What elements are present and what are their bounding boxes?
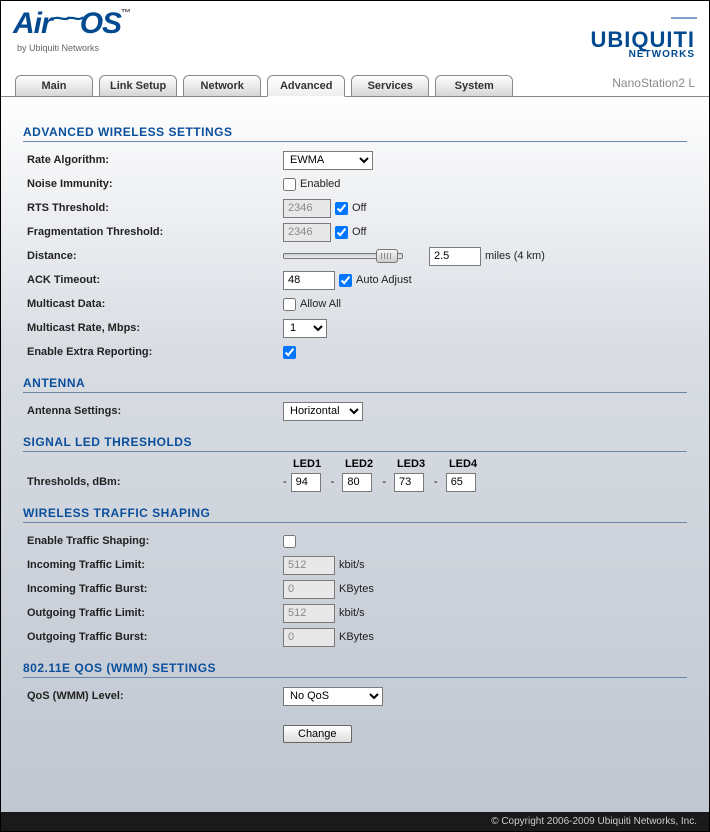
tab-network[interactable]: Network — [183, 75, 261, 97]
led4-input[interactable] — [446, 473, 476, 492]
section-led: SIGNAL LED THRESHOLDS — [23, 435, 687, 452]
airos-logo: Air⁓⁓OS™ by Ubiquiti Networks — [13, 9, 130, 53]
label-outgoing-limit: Outgoing Traffic Limit: — [23, 607, 283, 619]
outgoing-limit-input[interactable] — [283, 604, 335, 623]
footer-copyright: © Copyright 2006-2009 Ubiquiti Networks,… — [1, 812, 709, 831]
label-incoming-limit: Incoming Traffic Limit: — [23, 559, 283, 571]
logo-byline: by Ubiquiti Networks — [17, 43, 130, 53]
label-ack-timeout: ACK Timeout: — [23, 274, 283, 286]
multicast-allow-text: Allow All — [300, 298, 341, 310]
section-advanced-wireless: ADVANCED WIRELESS SETTINGS — [23, 125, 687, 142]
tab-services[interactable]: Services — [351, 75, 429, 97]
frag-off-text: Off — [352, 226, 366, 238]
noise-immunity-checkbox[interactable] — [283, 178, 296, 191]
label-qos-level: QoS (WMM) Level: — [23, 690, 283, 702]
content: ADVANCED WIRELESS SETTINGS Rate Algorith… — [1, 97, 709, 812]
ubnt-logo: ⎯⎯⎯⎯ UBIQUITINETWORKS — [590, 9, 695, 60]
change-button[interactable]: Change — [283, 725, 352, 743]
ack-auto-text: Auto Adjust — [356, 274, 412, 286]
frag-threshold-input[interactable] — [283, 223, 331, 242]
distance-slider[interactable] — [283, 253, 403, 259]
logo-os: OS — [80, 7, 121, 40]
device-name: NanoStation2 L — [612, 76, 695, 90]
label-outgoing-burst: Outgoing Traffic Burst: — [23, 631, 283, 643]
unit-kbytes-1: KBytes — [339, 583, 374, 595]
incoming-limit-input[interactable] — [283, 556, 335, 575]
tab-main[interactable]: Main — [15, 75, 93, 97]
label-rate-algorithm: Rate Algorithm: — [23, 154, 283, 166]
distance-input[interactable] — [429, 247, 481, 266]
multicast-allow-checkbox[interactable] — [283, 298, 296, 311]
rate-algorithm-select[interactable]: EWMA — [283, 151, 373, 170]
label-incoming-burst: Incoming Traffic Burst: — [23, 583, 283, 595]
led3-input[interactable] — [394, 473, 424, 492]
led-headers: LED1 LED2 LED3 LED4 — [23, 458, 687, 470]
led4-head: LED4 — [447, 458, 479, 470]
led3-head: LED3 — [395, 458, 427, 470]
ack-timeout-input[interactable] — [283, 271, 335, 290]
section-traffic-shaping: WIRELESS TRAFFIC SHAPING — [23, 506, 687, 523]
tab-advanced[interactable]: Advanced — [267, 75, 345, 97]
rts-off-text: Off — [352, 202, 366, 214]
extra-reporting-checkbox[interactable] — [283, 346, 296, 359]
tab-link-setup[interactable]: Link Setup — [99, 75, 177, 97]
label-distance: Distance: — [23, 250, 283, 262]
multicast-rate-select[interactable]: 1 — [283, 319, 327, 338]
header: Air⁓⁓OS™ by Ubiquiti Networks ⎯⎯⎯⎯ UBIQU… — [1, 1, 709, 69]
label-antenna-settings: Antenna Settings: — [23, 405, 283, 417]
outgoing-burst-input[interactable] — [283, 628, 335, 647]
led2-input[interactable] — [342, 473, 372, 492]
unit-kbits-2: kbit/s — [339, 607, 365, 619]
logo-air: Air — [13, 7, 52, 40]
antenna-settings-select[interactable]: Horizontal — [283, 402, 363, 421]
label-multicast-data: Multicast Data: — [23, 298, 283, 310]
label-enable-traffic-shaping: Enable Traffic Shaping: — [23, 535, 283, 547]
rts-threshold-input[interactable] — [283, 199, 331, 218]
rts-off-checkbox[interactable] — [335, 202, 348, 215]
label-thresholds: Thresholds, dBm: — [23, 476, 283, 488]
led1-head: LED1 — [291, 458, 323, 470]
logo-wave-icon: ⁓⁓ — [52, 8, 80, 28]
label-noise-immunity: Noise Immunity: — [23, 178, 283, 190]
tab-bar: Main Link Setup Network Advanced Service… — [1, 69, 709, 97]
logo-tm: ™ — [121, 8, 130, 19]
unit-kbytes-2: KBytes — [339, 631, 374, 643]
unit-kbits-1: kbit/s — [339, 559, 365, 571]
ack-auto-checkbox[interactable] — [339, 274, 352, 287]
traffic-shaping-checkbox[interactable] — [283, 535, 296, 548]
led2-head: LED2 — [343, 458, 375, 470]
label-frag-threshold: Fragmentation Threshold: — [23, 226, 283, 238]
section-antenna: ANTENNA — [23, 376, 687, 393]
slider-thumb[interactable] — [376, 249, 398, 263]
section-qos: 802.11E QOS (WMM) SETTINGS — [23, 661, 687, 678]
led1-input[interactable] — [291, 473, 321, 492]
frag-off-checkbox[interactable] — [335, 226, 348, 239]
noise-immunity-text: Enabled — [300, 178, 340, 190]
distance-unit: miles (4 km) — [485, 250, 545, 262]
label-extra-reporting: Enable Extra Reporting: — [23, 346, 283, 358]
tab-system[interactable]: System — [435, 75, 513, 97]
qos-level-select[interactable]: No QoS — [283, 687, 383, 706]
label-multicast-rate: Multicast Rate, Mbps: — [23, 322, 283, 334]
incoming-burst-input[interactable] — [283, 580, 335, 599]
label-rts-threshold: RTS Threshold: — [23, 202, 283, 214]
